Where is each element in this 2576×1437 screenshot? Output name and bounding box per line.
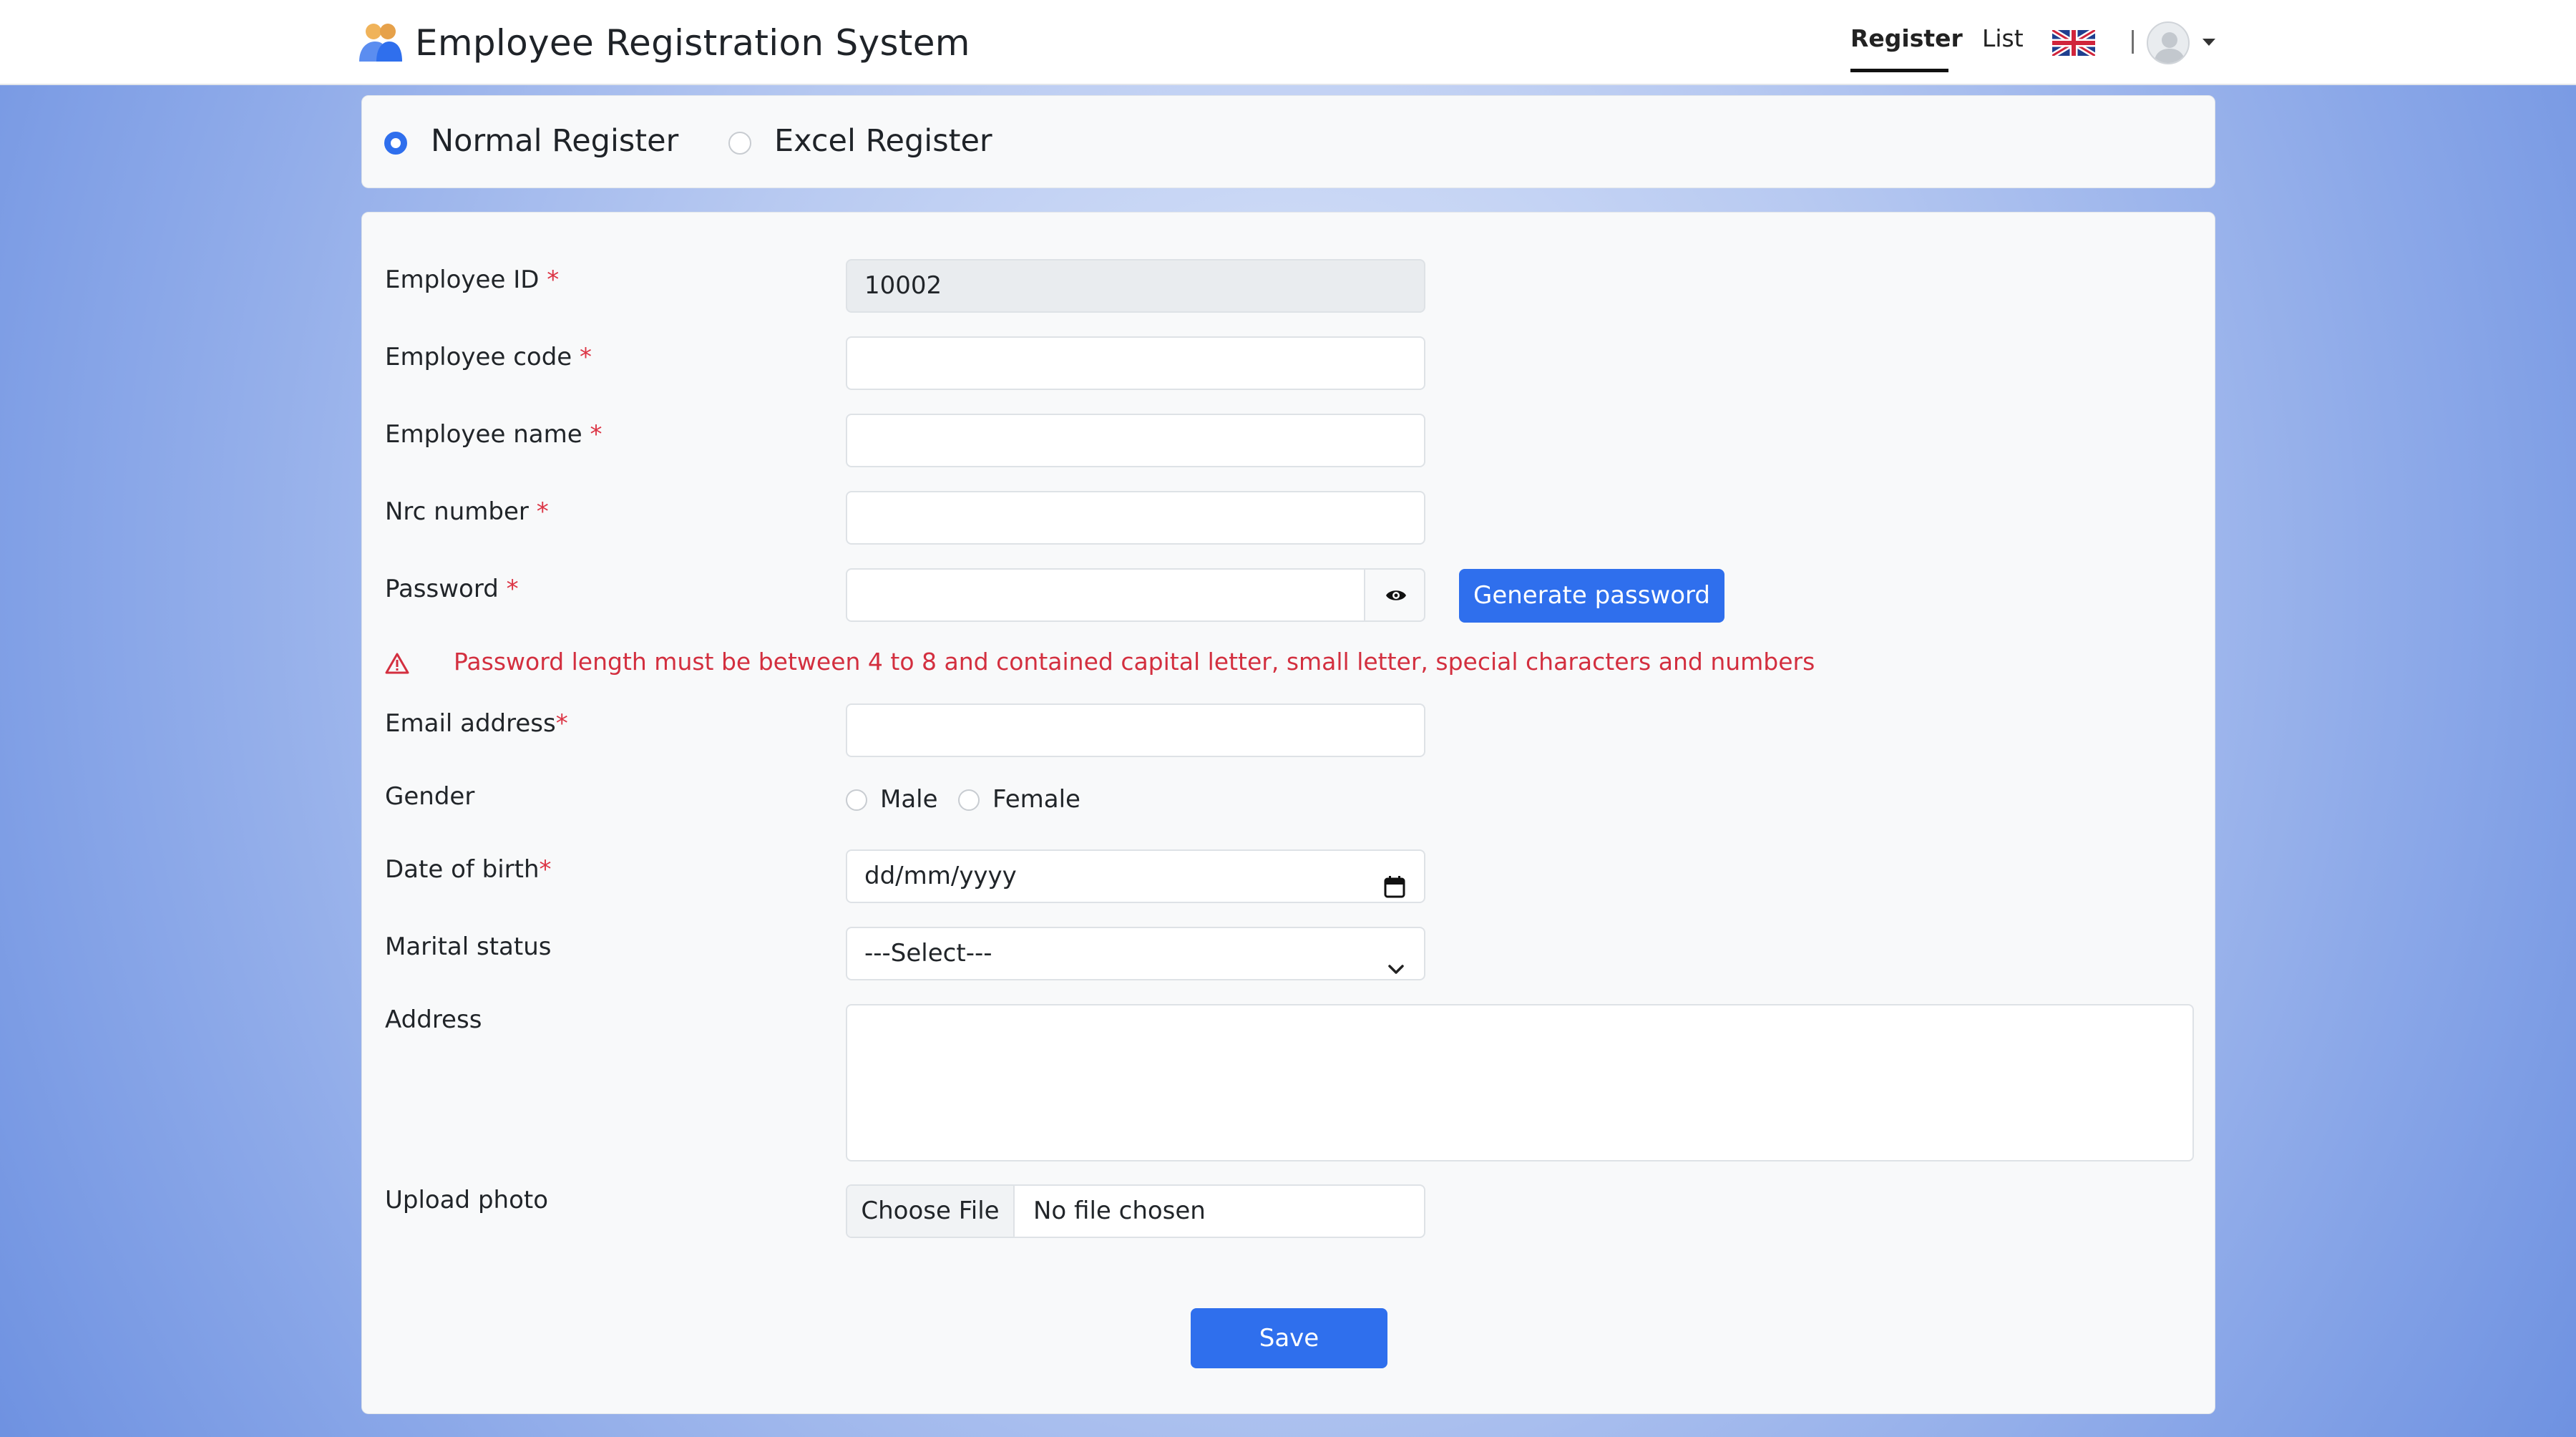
- people-icon: [358, 21, 404, 64]
- password-warning-text: Password length must be between 4 to 8 a…: [454, 648, 1815, 676]
- upload-photo-label: Upload photo: [385, 1186, 549, 1214]
- excel-register-radio[interactable]: [728, 132, 751, 155]
- email-label: Email address*: [385, 709, 568, 738]
- toggle-password-visibility-button[interactable]: [1364, 568, 1425, 622]
- choose-file-button[interactable]: Choose File: [847, 1186, 1015, 1237]
- register-type-card: Normal Register Excel Register: [361, 95, 2215, 188]
- brand[interactable]: Employee Registration System: [358, 20, 970, 66]
- employee-id-label: Employee ID *: [385, 266, 560, 294]
- required-marker: *: [536, 497, 549, 526]
- employee-name-label: Employee name *: [385, 420, 602, 449]
- calendar-icon[interactable]: [1384, 865, 1405, 916]
- normal-register-radio[interactable]: [384, 132, 407, 155]
- file-status-text: No file chosen: [1033, 1197, 1206, 1225]
- nrc-number-label: Nrc number *: [385, 497, 549, 526]
- required-marker: *: [580, 343, 592, 371]
- marital-status-label: Marital status: [385, 932, 552, 961]
- required-marker: *: [555, 709, 568, 738]
- required-marker: *: [590, 420, 602, 449]
- nrc-number-field[interactable]: [846, 491, 1425, 545]
- dob-label: Date of birth*: [385, 855, 552, 884]
- nav-register-link[interactable]: Register: [1850, 24, 1963, 52]
- save-button[interactable]: Save: [1191, 1308, 1387, 1368]
- user-avatar-icon[interactable]: [2147, 21, 2190, 64]
- marital-status-selected: ---Select---: [864, 939, 992, 968]
- employee-code-field[interactable]: [846, 336, 1425, 390]
- generate-password-button[interactable]: Generate password: [1459, 569, 1724, 623]
- dob-placeholder: dd/mm/yyyy: [864, 862, 1017, 890]
- gender-female-radio[interactable]: [958, 789, 980, 811]
- uk-flag-icon[interactable]: [2050, 27, 2097, 59]
- nav-divider: |: [2129, 26, 2137, 54]
- normal-register-label[interactable]: Normal Register: [431, 123, 678, 159]
- top-navbar: Employee Registration System Register Li…: [0, 0, 2576, 85]
- employee-name-field[interactable]: [846, 414, 1425, 467]
- address-textarea[interactable]: [846, 1004, 2194, 1161]
- nav-list-link[interactable]: List: [1982, 24, 2024, 52]
- chevron-down-icon: [1387, 945, 1405, 996]
- gender-label: Gender: [385, 782, 475, 811]
- active-tab-indicator: [1850, 69, 1948, 72]
- excel-register-label[interactable]: Excel Register: [774, 123, 992, 159]
- app-title: Employee Registration System: [415, 22, 970, 64]
- user-menu-caret-icon[interactable]: [2202, 39, 2215, 46]
- dob-field[interactable]: dd/mm/yyyy: [846, 849, 1425, 903]
- eye-icon: [1386, 590, 1406, 600]
- address-label: Address: [385, 1005, 482, 1034]
- password-label: Password *: [385, 575, 519, 603]
- marital-status-select[interactable]: ---Select---: [846, 927, 1425, 980]
- required-marker: *: [506, 575, 519, 603]
- employee-code-label: Employee code *: [385, 343, 592, 371]
- registration-form: Employee ID * 10002 Employee code * Empl…: [361, 212, 2215, 1414]
- required-marker: *: [547, 266, 560, 294]
- password-field[interactable]: [846, 568, 1365, 622]
- gender-male-radio[interactable]: [846, 789, 867, 811]
- gender-male-label[interactable]: Male: [880, 785, 938, 814]
- email-field[interactable]: [846, 703, 1425, 757]
- warning-triangle-icon: [385, 652, 409, 678]
- required-marker: *: [539, 855, 552, 884]
- photo-file-input[interactable]: Choose File No file chosen: [846, 1184, 1425, 1238]
- employee-id-field: 10002: [846, 259, 1425, 313]
- gender-female-label[interactable]: Female: [992, 785, 1080, 814]
